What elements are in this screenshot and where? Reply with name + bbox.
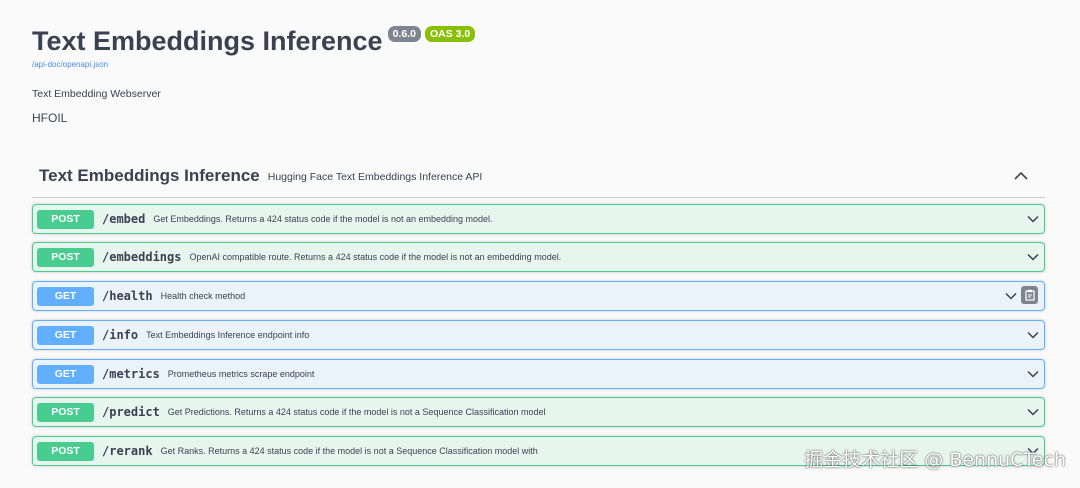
oas-badge: OAS 3.0 xyxy=(424,26,476,42)
operation-get-info[interactable]: GET /info Text Embeddings Inference endp… xyxy=(32,320,1045,350)
method-badge: POST xyxy=(37,402,94,422)
operation-path: /embeddings xyxy=(102,250,182,264)
version-badge: 0.6.0 xyxy=(387,26,421,42)
operation-post-predict[interactable]: POST /predict Get Predictions. Returns a… xyxy=(32,397,1045,427)
chevron-down-icon[interactable] xyxy=(1026,405,1040,419)
operation-path: /info xyxy=(102,328,139,342)
operation-path: /rerank xyxy=(102,444,153,458)
tag-description: Hugging Face Text Embeddings Inference A… xyxy=(267,171,483,183)
operation-summary: Health check method xyxy=(160,291,246,301)
operation-summary: Prometheus metrics scrape endpoint xyxy=(167,369,315,379)
operation-path: /predict xyxy=(102,405,160,419)
watermark-text: 掘金技术社区 @ BennuCTech xyxy=(804,449,1066,471)
tag-section-header[interactable]: Text Embeddings Inference Hugging Face T… xyxy=(32,155,1045,198)
operation-get-metrics[interactable]: GET /metrics Prometheus metrics scrape e… xyxy=(32,359,1045,389)
method-badge: POST xyxy=(37,441,94,461)
api-title: Text Embeddings Inference xyxy=(32,26,383,56)
operation-summary: Get Ranks. Returns a 424 status code if … xyxy=(160,446,538,456)
copy-to-clipboard-button[interactable] xyxy=(1021,286,1038,304)
operation-path: /metrics xyxy=(102,367,160,381)
operation-summary: OpenAI compatible route. Returns a 424 s… xyxy=(189,252,562,262)
api-description: Text Embedding Webserver xyxy=(32,88,161,100)
operation-summary: Get Predictions. Returns a 424 status co… xyxy=(167,407,546,417)
chevron-down-icon[interactable] xyxy=(1004,289,1018,303)
openapi-spec-link[interactable]: /api-doc/openapi.json xyxy=(32,60,475,69)
title-row: Text Embeddings Inference 0.6.0 OAS 3.0 xyxy=(32,22,476,60)
api-license: HFOIL xyxy=(32,111,68,125)
operation-path: /health xyxy=(102,289,153,303)
operation-post-embeddings[interactable]: POST /embeddings OpenAI compatible route… xyxy=(32,242,1045,272)
operation-summary: Get Embeddings. Returns a 424 status cod… xyxy=(153,214,493,224)
method-badge: GET xyxy=(37,286,94,306)
clipboard-icon xyxy=(1024,289,1035,301)
method-badge: GET xyxy=(37,364,94,384)
method-badge: GET xyxy=(37,325,94,345)
operation-summary: Text Embeddings Inference endpoint info xyxy=(146,330,310,340)
tag-title: Text Embeddings Inference xyxy=(39,166,260,185)
chevron-down-icon[interactable] xyxy=(1026,250,1040,264)
chevron-down-icon[interactable] xyxy=(1026,328,1040,342)
chevron-down-icon[interactable] xyxy=(1026,367,1040,381)
chevron-down-icon[interactable] xyxy=(1026,212,1040,226)
operation-post-embed[interactable]: POST /embed Get Embeddings. Returns a 42… xyxy=(32,204,1045,234)
method-badge: POST xyxy=(37,247,94,267)
operation-path: /embed xyxy=(102,212,146,226)
method-badge: POST xyxy=(37,209,94,229)
operation-get-health[interactable]: GET /health Health check method xyxy=(32,281,1045,311)
api-info: Text Embeddings Inference 0.6.0 OAS 3.0 … xyxy=(32,22,476,125)
chevron-up-icon[interactable] xyxy=(1013,168,1029,184)
